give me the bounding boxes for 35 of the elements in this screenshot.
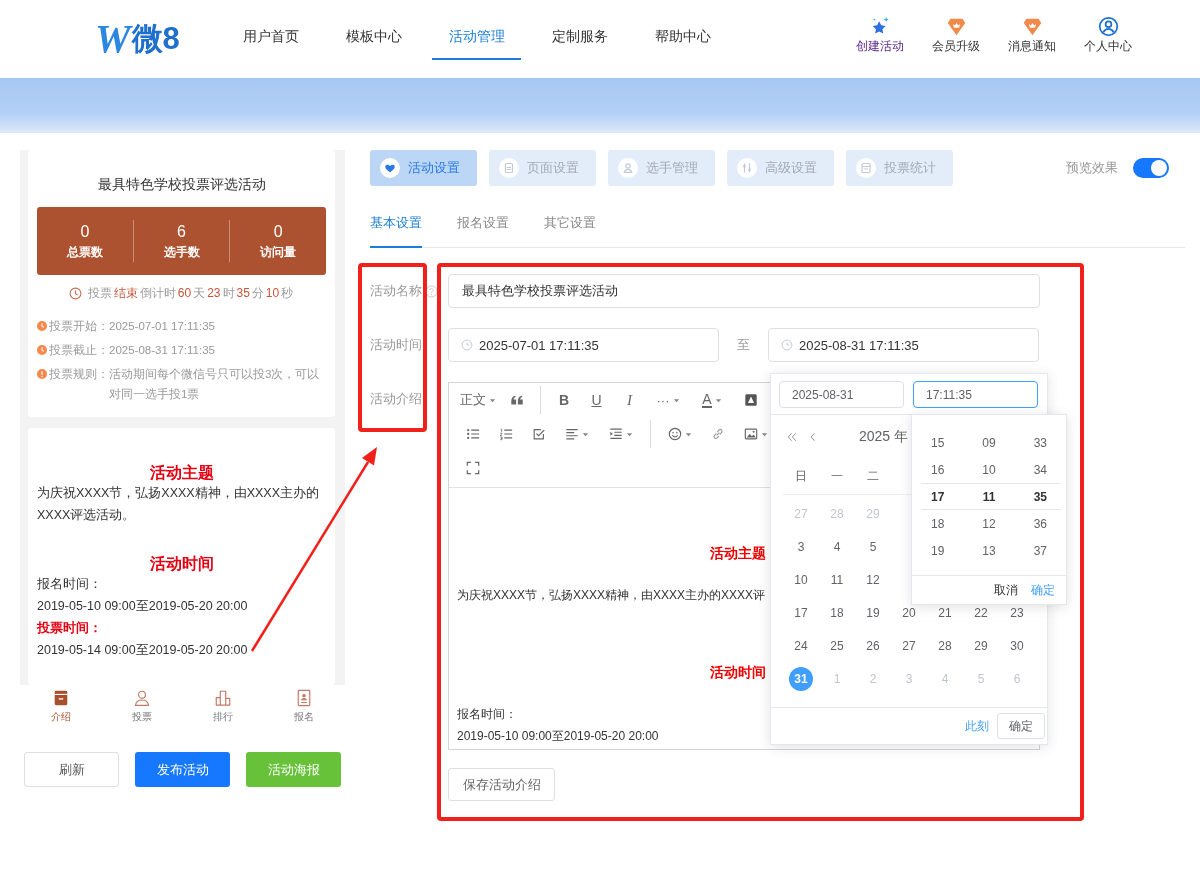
- activity-title: 最具特色学校投票评选活动: [96, 175, 267, 194]
- field-label: 活动时间: [370, 336, 422, 354]
- info-label: 投票截止：: [49, 343, 109, 358]
- countdown-text: 投票 结束 倒计时 60 天 23 时 35 分 10 秒: [86, 285, 295, 302]
- stat-label: 访问量: [260, 244, 297, 260]
- intro-text: 为庆祝XXXX节，弘扬XXXX精神，由XXXX主办的XXXX评选活动。: [37, 485, 321, 524]
- intro-text: 报名时间：: [37, 576, 103, 593]
- intro-text: 2019-05-10 09:00至2019-05-20 20:00: [37, 598, 249, 615]
- weekday-label: 二: [867, 468, 879, 485]
- weekday-label: 日: [795, 468, 807, 485]
- toggle-label: 预览效果: [1066, 159, 1118, 177]
- intro-text: 2019-05-14 09:00至2019-05-20 20:00: [37, 642, 249, 659]
- calendar-title: 2025 年: [859, 428, 909, 446]
- info-value: 2025-08-31 17:11:35: [109, 343, 216, 358]
- range-separator: 至: [736, 336, 751, 354]
- intro-heading: 活动时间: [148, 555, 215, 573]
- intro-label: 投票时间：: [37, 620, 103, 637]
- editor-text: 2019-05-10 09:00至2019-05-20 20:00: [457, 728, 659, 745]
- intro-heading: 活动主题: [148, 464, 215, 482]
- info-label: 投票规则：: [49, 367, 109, 382]
- info-value: 2025-07-01 17:11:35: [109, 319, 216, 334]
- editor-heading: 活动时间: [710, 663, 766, 682]
- weekday-label: 一: [831, 468, 843, 485]
- editor-text: 报名时间：: [457, 706, 517, 723]
- stat-value: 0: [273, 222, 283, 241]
- field-label: 活动名称: [370, 282, 422, 300]
- editor-heading: 活动主题: [710, 544, 766, 563]
- stat-label: 选手数: [163, 244, 200, 260]
- field-label: 活动介绍: [370, 390, 422, 408]
- stat-value: 6: [177, 222, 186, 241]
- info-value: 活动期间每个微信号只可以投3次，可以对同一选手投1票: [109, 367, 321, 402]
- stat-label: 总票数: [66, 244, 103, 260]
- editor-text: 为庆祝XXXX节，弘扬XXXX精神，由XXXX主办的XXXX评: [457, 587, 766, 604]
- info-label: 投票开始：: [49, 319, 109, 334]
- stat-value: 0: [80, 222, 90, 241]
